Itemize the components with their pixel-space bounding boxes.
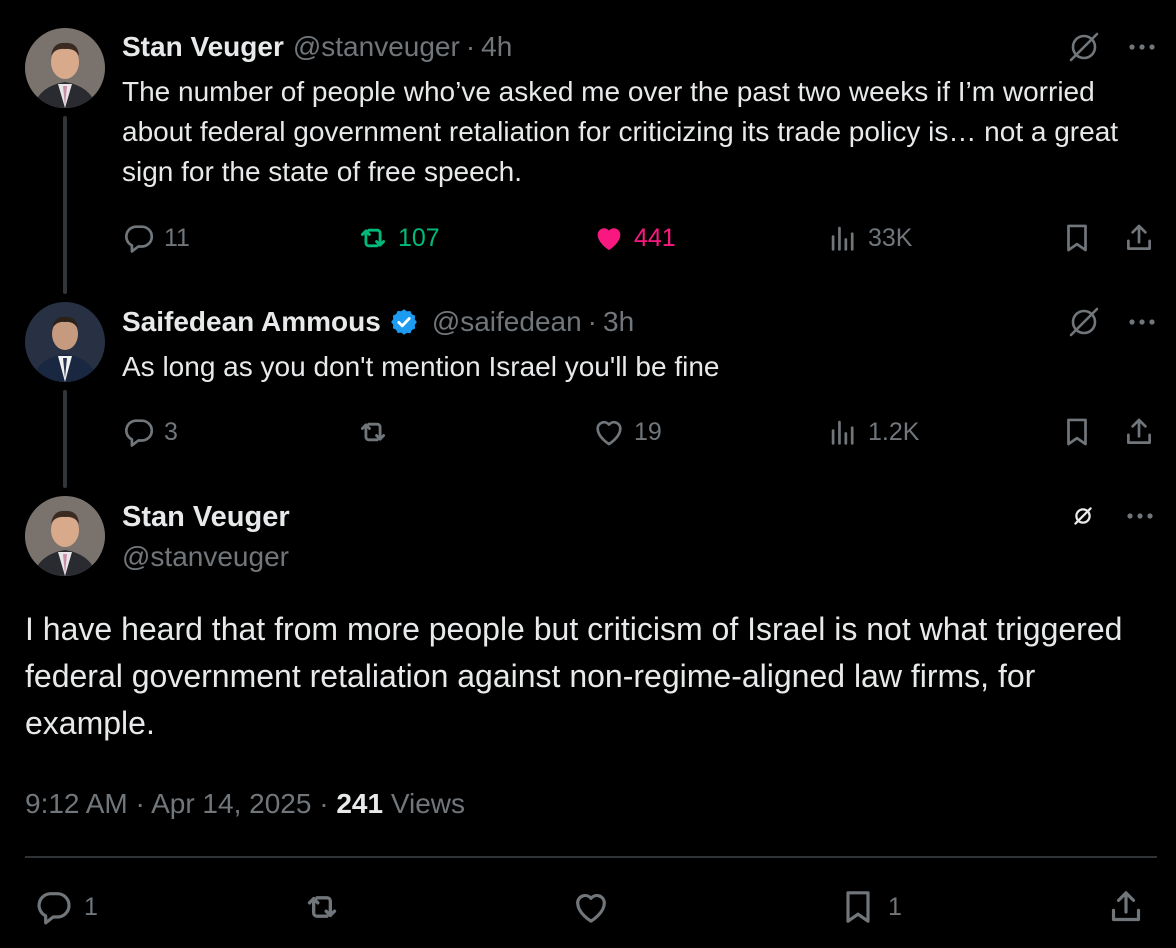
separator: · — [135, 788, 145, 819]
bookmark-icon — [1067, 224, 1087, 252]
grok-icon[interactable] — [1066, 29, 1102, 65]
tweet-meta: 9:12 AM · Apr 14, 2025 · 241 Views — [25, 786, 465, 822]
tweet-time[interactable]: 3h — [603, 305, 634, 339]
bookmark-count: 1 — [888, 892, 902, 921]
tweet-2-top-icons — [1066, 304, 1160, 340]
thread-line-2 — [63, 390, 67, 488]
more-icon[interactable] — [1124, 29, 1160, 65]
main-tweet-actions: 1 1 — [0, 882, 1176, 932]
author-handle[interactable]: @stanveuger — [293, 30, 460, 64]
bookmark-button[interactable]: 1 — [838, 882, 902, 932]
main-tweet-top-icons — [1066, 498, 1158, 534]
share-button[interactable] — [1122, 218, 1164, 258]
reply-button[interactable]: 1 — [34, 882, 98, 932]
views-count: 33K — [868, 223, 913, 252]
main-author-handle[interactable]: @stanveuger — [122, 540, 289, 574]
tweet-date[interactable]: Apr 14, 2025 — [151, 788, 311, 819]
repost-button[interactable] — [356, 412, 398, 452]
share-button[interactable] — [1106, 882, 1156, 932]
views-icon — [831, 226, 854, 251]
grok-icon[interactable] — [1066, 499, 1100, 533]
share-icon — [1127, 418, 1151, 444]
repost-icon — [360, 422, 386, 442]
tweet-time[interactable]: 9:12 AM — [25, 788, 128, 819]
share-icon — [1127, 224, 1151, 250]
repost-count: 107 — [398, 223, 440, 252]
divider — [25, 856, 1157, 858]
reply-button[interactable]: 3 — [122, 412, 178, 452]
author-handle[interactable]: @saifedean — [432, 305, 582, 339]
reply-button[interactable]: 11 — [122, 218, 190, 258]
main-author-name[interactable]: Stan Veuger — [122, 500, 290, 534]
reply-icon — [125, 419, 154, 447]
separator: · — [587, 306, 597, 337]
verified-badge-icon[interactable] — [389, 307, 419, 337]
tweet-1-header: Stan Veuger @stanveuger · 4h — [122, 30, 512, 64]
more-icon[interactable] — [1122, 498, 1158, 534]
separator: · — [319, 788, 329, 819]
like-count: 19 — [634, 417, 662, 446]
repost-button[interactable]: 107 — [356, 218, 440, 258]
tweet-2-header: Saifedean Ammous @saifedean · 3h — [122, 305, 634, 339]
like-button[interactable]: 441 — [592, 218, 676, 258]
views-button[interactable]: 33K — [826, 218, 912, 258]
reply-count: 11 — [164, 223, 190, 252]
avatar-stan-veuger-main[interactable] — [25, 496, 105, 576]
repost-icon — [360, 228, 386, 248]
views-label: Views — [390, 788, 465, 819]
main-tweet-text: I have heard that from more people but c… — [25, 611, 1123, 741]
thread-line-1 — [63, 116, 67, 294]
author-name[interactable]: Saifedean Ammous — [122, 305, 381, 339]
author-name[interactable]: Stan Veuger — [122, 30, 284, 64]
tweet-text: As long as you don't mention Israel you'… — [122, 351, 720, 382]
reply-icon — [125, 225, 154, 253]
more-icon[interactable] — [1124, 304, 1160, 340]
reply-count: 3 — [164, 417, 178, 446]
views-count: 241 — [336, 788, 384, 819]
views-count: 1.2K — [868, 417, 920, 446]
avatar-stan-veuger[interactable] — [25, 28, 105, 108]
tweet-text: The number of people who’ve asked me ove… — [122, 76, 1119, 187]
tweet-2-actions: 3 19 1.2K — [122, 412, 1162, 452]
avatar-saifedean-ammous[interactable] — [25, 302, 105, 382]
like-icon — [596, 420, 622, 446]
reply-count: 1 — [84, 892, 98, 921]
like-icon — [597, 228, 621, 251]
like-count: 441 — [634, 223, 676, 252]
like-icon — [576, 893, 606, 923]
repost-button[interactable] — [302, 882, 352, 932]
like-button[interactable]: 19 — [592, 412, 662, 452]
reply-icon — [37, 892, 71, 925]
bookmark-button[interactable] — [1060, 412, 1102, 452]
views-icon — [831, 420, 854, 445]
separator: · — [465, 31, 476, 62]
views-button[interactable]: 1.2K — [826, 412, 919, 452]
grok-icon[interactable] — [1066, 304, 1102, 340]
tweet-1-actions: 11 107 441 33K — [122, 218, 1162, 258]
bookmark-icon — [846, 891, 870, 923]
repost-icon — [307, 896, 337, 918]
like-button[interactable] — [571, 882, 621, 932]
share-button[interactable] — [1122, 412, 1164, 452]
bookmark-button[interactable] — [1060, 218, 1102, 258]
share-icon — [1111, 891, 1141, 922]
tweet-time[interactable]: 4h — [481, 30, 512, 64]
bookmark-icon — [1067, 418, 1087, 446]
tweet-1-top-icons — [1066, 29, 1160, 65]
